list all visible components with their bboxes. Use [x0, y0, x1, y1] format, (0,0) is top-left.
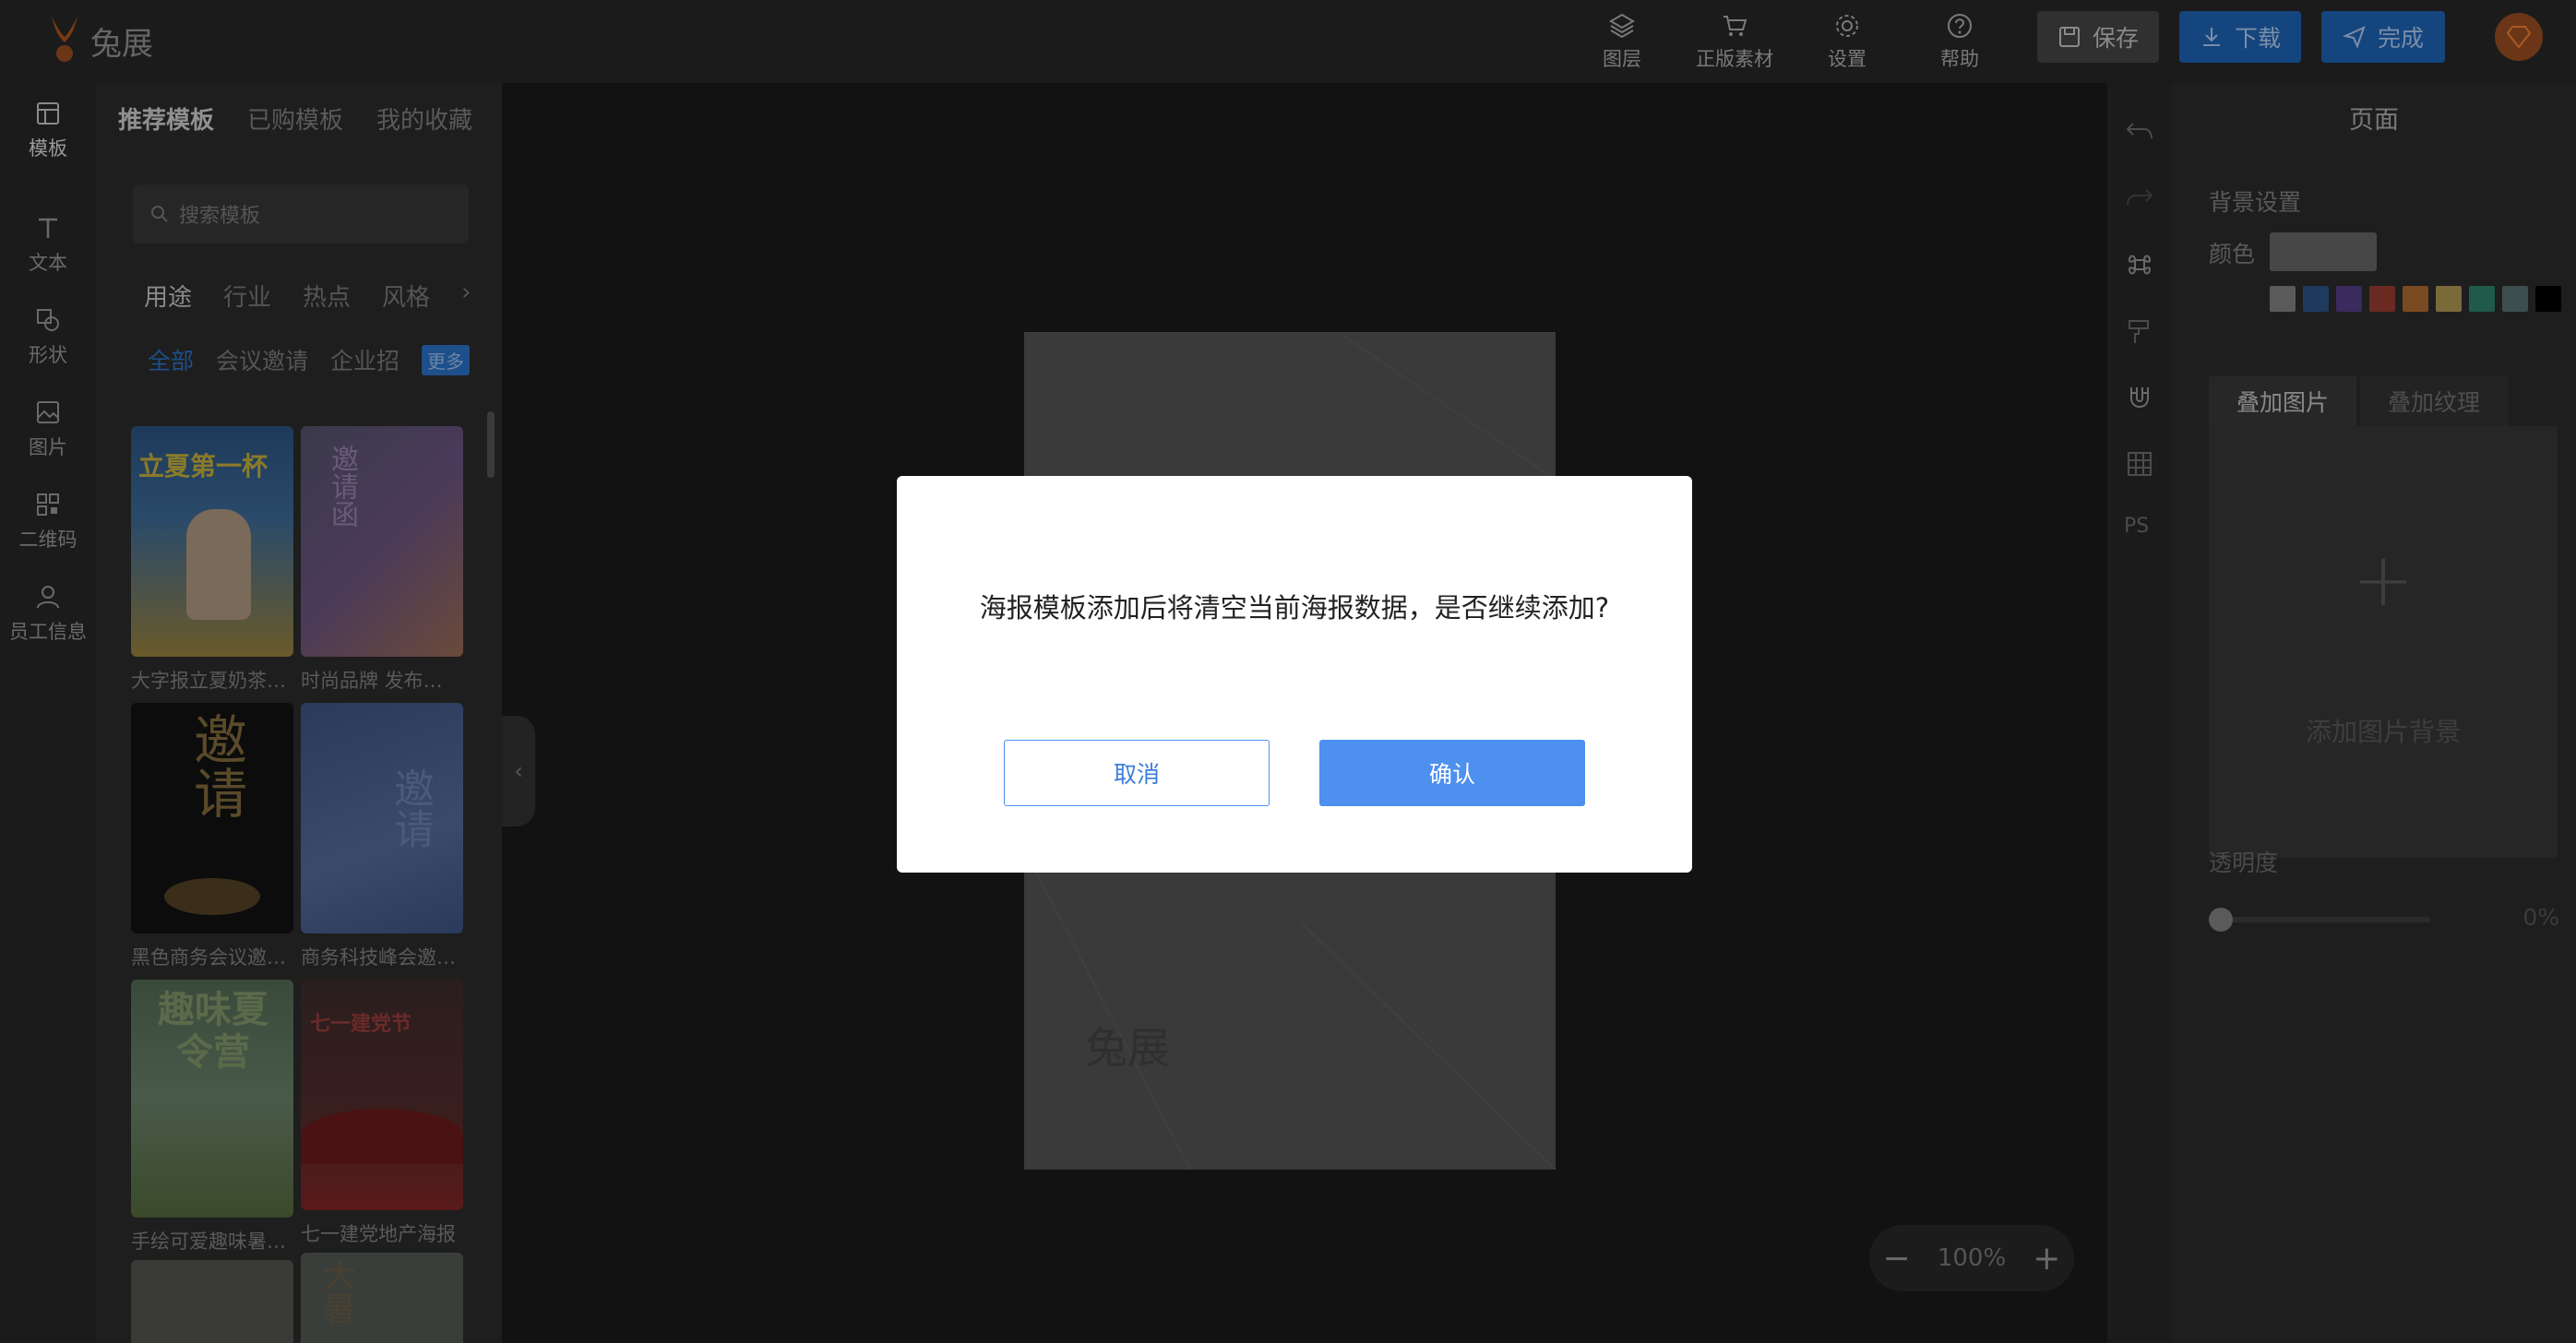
cancel-button[interactable]: 取消 — [1004, 740, 1270, 806]
confirm-button[interactable]: 确认 — [1319, 740, 1585, 806]
modal-overlay: 海报模板添加后将清空当前海报数据，是否继续添加? 取消 确认 — [0, 0, 2576, 1343]
dialog-message: 海报模板添加后将清空当前海报数据，是否继续添加? — [979, 592, 1610, 624]
confirm-dialog: 海报模板添加后将清空当前海报数据，是否继续添加? 取消 确认 — [897, 476, 1692, 873]
